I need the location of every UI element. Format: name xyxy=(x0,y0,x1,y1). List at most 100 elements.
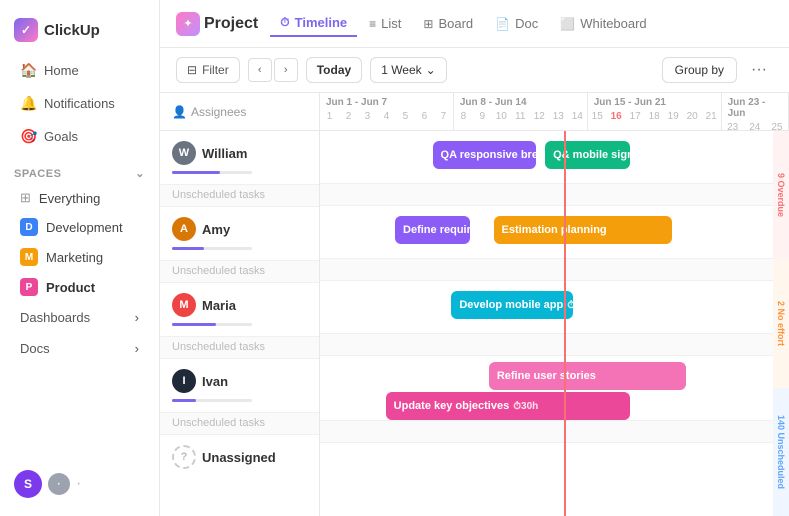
date-days-2: 8 9 10 11 12 13 14 xyxy=(454,110,587,123)
space-dot-marketing: M xyxy=(20,248,38,266)
progress-amy xyxy=(172,247,252,250)
unscheduled-ivan: Unscheduled tasks xyxy=(160,412,319,434)
gantt-bar-estimation[interactable]: Estimation planning xyxy=(494,216,672,244)
gantt-bar-define[interactable]: Define requirements xyxy=(395,216,470,244)
unscheduled-amy: Unscheduled tasks xyxy=(160,260,319,282)
gantt-bar-mobile-signup[interactable]: Q& mobile signup... ⚑ xyxy=(545,141,629,169)
assignee-header: 👤 Assignees xyxy=(160,93,319,131)
secondary-avatar: · xyxy=(48,473,70,495)
gantt-bar-update[interactable]: Update key objectives ⏱30h xyxy=(386,392,630,420)
prev-button[interactable]: ‹ xyxy=(248,58,272,82)
spaces-section: Spaces ⌄ xyxy=(0,159,159,184)
board-icon: ⊞ xyxy=(423,17,433,31)
gantt-bar-qa[interactable]: QA responsive breakpoints ⏱30h xyxy=(433,141,536,169)
main-content: ✦ Project ⏱ Timeline ≡ List ⊞ Board 📄 Do… xyxy=(160,0,789,516)
toolbar-right: Group by ··· xyxy=(662,56,773,84)
timeline-icon: ⏱ xyxy=(280,15,289,30)
list-icon: ≡ xyxy=(369,17,376,31)
logo-icon: ✓ xyxy=(14,18,38,42)
progress-ivan xyxy=(172,399,252,402)
sidebar-item-home[interactable]: 🏠 Home xyxy=(6,55,153,86)
gantt-row-william: QA responsive breakpoints ⏱30h Q& mobile… xyxy=(320,131,789,206)
right-labels: 9 Overdue 2 No effort 140 Unscheduled xyxy=(773,131,789,516)
tab-doc[interactable]: 📄 Doc xyxy=(485,11,548,36)
gantt-area: Jun 1 - Jun 7 1 2 3 4 5 6 7 Jun 8 - Jun … xyxy=(320,93,789,516)
progress-maria xyxy=(172,323,252,326)
sidebar-item-everything[interactable]: ⊞ Everything xyxy=(6,185,153,211)
overdue-label[interactable]: 9 Overdue xyxy=(773,131,789,259)
sidebar-item-label: Goals xyxy=(44,129,78,144)
more-options-button[interactable]: ··· xyxy=(745,56,773,84)
assignee-column: 👤 Assignees W William Unscheduled tasks xyxy=(160,93,320,516)
sidebar-item-notifications[interactable]: 🔔 Notifications xyxy=(6,88,153,119)
group-by-button[interactable]: Group by xyxy=(662,57,737,83)
filter-icon: ⊟ xyxy=(187,63,197,77)
sidebar-bottom: S · · xyxy=(0,462,159,506)
home-icon: 🏠 xyxy=(20,62,36,79)
toolbar: ⊟ Filter ‹ › Today 1 Week ⌄ Group by ··· xyxy=(160,48,789,93)
chevron-down-icon[interactable]: ⌄ xyxy=(135,167,145,180)
today-line xyxy=(564,131,566,516)
gantt-bar-refine[interactable]: Refine user stories xyxy=(489,362,686,390)
unscheduled-william: Unscheduled tasks xyxy=(160,184,319,206)
week-select[interactable]: 1 Week ⌄ xyxy=(370,57,447,83)
sidebar-item-marketing[interactable]: M Marketing xyxy=(6,243,153,271)
app-logo[interactable]: ✓ ClickUp xyxy=(0,10,159,54)
sidebar-item-dashboards[interactable]: Dashboards › xyxy=(6,303,153,332)
tab-timeline[interactable]: ⏱ Timeline xyxy=(270,10,357,37)
filter-button[interactable]: ⊟ Filter xyxy=(176,57,240,83)
sidebar-item-docs[interactable]: Docs › xyxy=(6,334,153,363)
next-button[interactable]: › xyxy=(274,58,298,82)
avatar-william: W xyxy=(172,141,196,165)
project-icon: ✦ xyxy=(176,12,200,36)
timeline-area: 👤 Assignees W William Unscheduled tasks xyxy=(160,93,789,516)
progress-william xyxy=(172,171,252,174)
today-button[interactable]: Today xyxy=(306,57,362,83)
nav-buttons: ‹ › xyxy=(248,58,298,82)
person-icon: 👤 xyxy=(172,105,187,119)
user-avatar[interactable]: S xyxy=(14,470,42,498)
avatar-ivan: I xyxy=(172,369,196,393)
gantt-bar-develop[interactable]: Develop mobile app ⏱30h xyxy=(451,291,573,319)
tab-whiteboard[interactable]: ⬜ Whiteboard xyxy=(550,11,656,36)
gantt-row-ivan: Refine user stories Update key objective… xyxy=(320,362,789,443)
date-group-2: Jun 8 - Jun 14 8 9 10 11 12 13 14 xyxy=(454,93,588,130)
grid-icon: ⊞ xyxy=(20,190,31,206)
date-group-3: Jun 15 - Jun 21 15 16 17 18 19 20 21 xyxy=(588,93,722,130)
space-dot-product: P xyxy=(20,278,38,296)
assignee-maria: M Maria Unscheduled tasks xyxy=(160,283,319,359)
date-days-3: 15 16 17 18 19 20 21 xyxy=(588,110,721,123)
chevron-right-icon: › xyxy=(135,341,139,356)
date-group-1: Jun 1 - Jun 7 1 2 3 4 5 6 7 xyxy=(320,93,454,130)
doc-icon: 📄 xyxy=(495,17,510,31)
assignee-amy: A Amy Unscheduled tasks xyxy=(160,207,319,283)
avatar-unassigned: ? xyxy=(172,445,196,469)
sidebar-item-development[interactable]: D Development xyxy=(6,213,153,241)
avatar-maria: M xyxy=(172,293,196,317)
more-users: · xyxy=(76,475,81,493)
gantt-rows: QA responsive breakpoints ⏱30h Q& mobile… xyxy=(320,131,789,516)
space-dot-development: D xyxy=(20,218,38,236)
date-header: Jun 1 - Jun 7 1 2 3 4 5 6 7 Jun 8 - Jun … xyxy=(320,93,789,131)
assignee-william: W William Unscheduled tasks xyxy=(160,131,319,207)
header-tabs: ⏱ Timeline ≡ List ⊞ Board 📄 Doc ⬜ Whiteb… xyxy=(270,10,656,37)
page-title: Project xyxy=(204,15,258,33)
sidebar-item-product[interactable]: P Product xyxy=(6,273,153,301)
avatar-amy: A xyxy=(172,217,196,241)
sidebar-item-label: Notifications xyxy=(44,96,115,111)
assignee-unassigned: ? Unassigned xyxy=(160,435,319,485)
no-effort-label[interactable]: 2 No effort xyxy=(773,259,789,387)
date-days-1: 1 2 3 4 5 6 7 xyxy=(320,110,453,123)
sidebar-item-goals[interactable]: 🎯 Goals xyxy=(6,121,153,152)
whiteboard-icon: ⬜ xyxy=(560,17,575,31)
unscheduled-label[interactable]: 140 Unscheduled xyxy=(773,388,789,516)
goals-icon: 🎯 xyxy=(20,128,36,145)
unscheduled-maria: Unscheduled tasks xyxy=(160,336,319,358)
sidebar: ✓ ClickUp 🏠 Home 🔔 Notifications 🎯 Goals… xyxy=(0,0,160,516)
gantt-row-unassigned xyxy=(320,443,789,483)
tab-board[interactable]: ⊞ Board xyxy=(413,11,483,36)
bell-icon: 🔔 xyxy=(20,95,36,112)
tab-list[interactable]: ≡ List xyxy=(359,11,411,36)
chevron-right-icon: › xyxy=(135,310,139,325)
gantt-row-amy: Define requirements Estimation planning xyxy=(320,206,789,281)
